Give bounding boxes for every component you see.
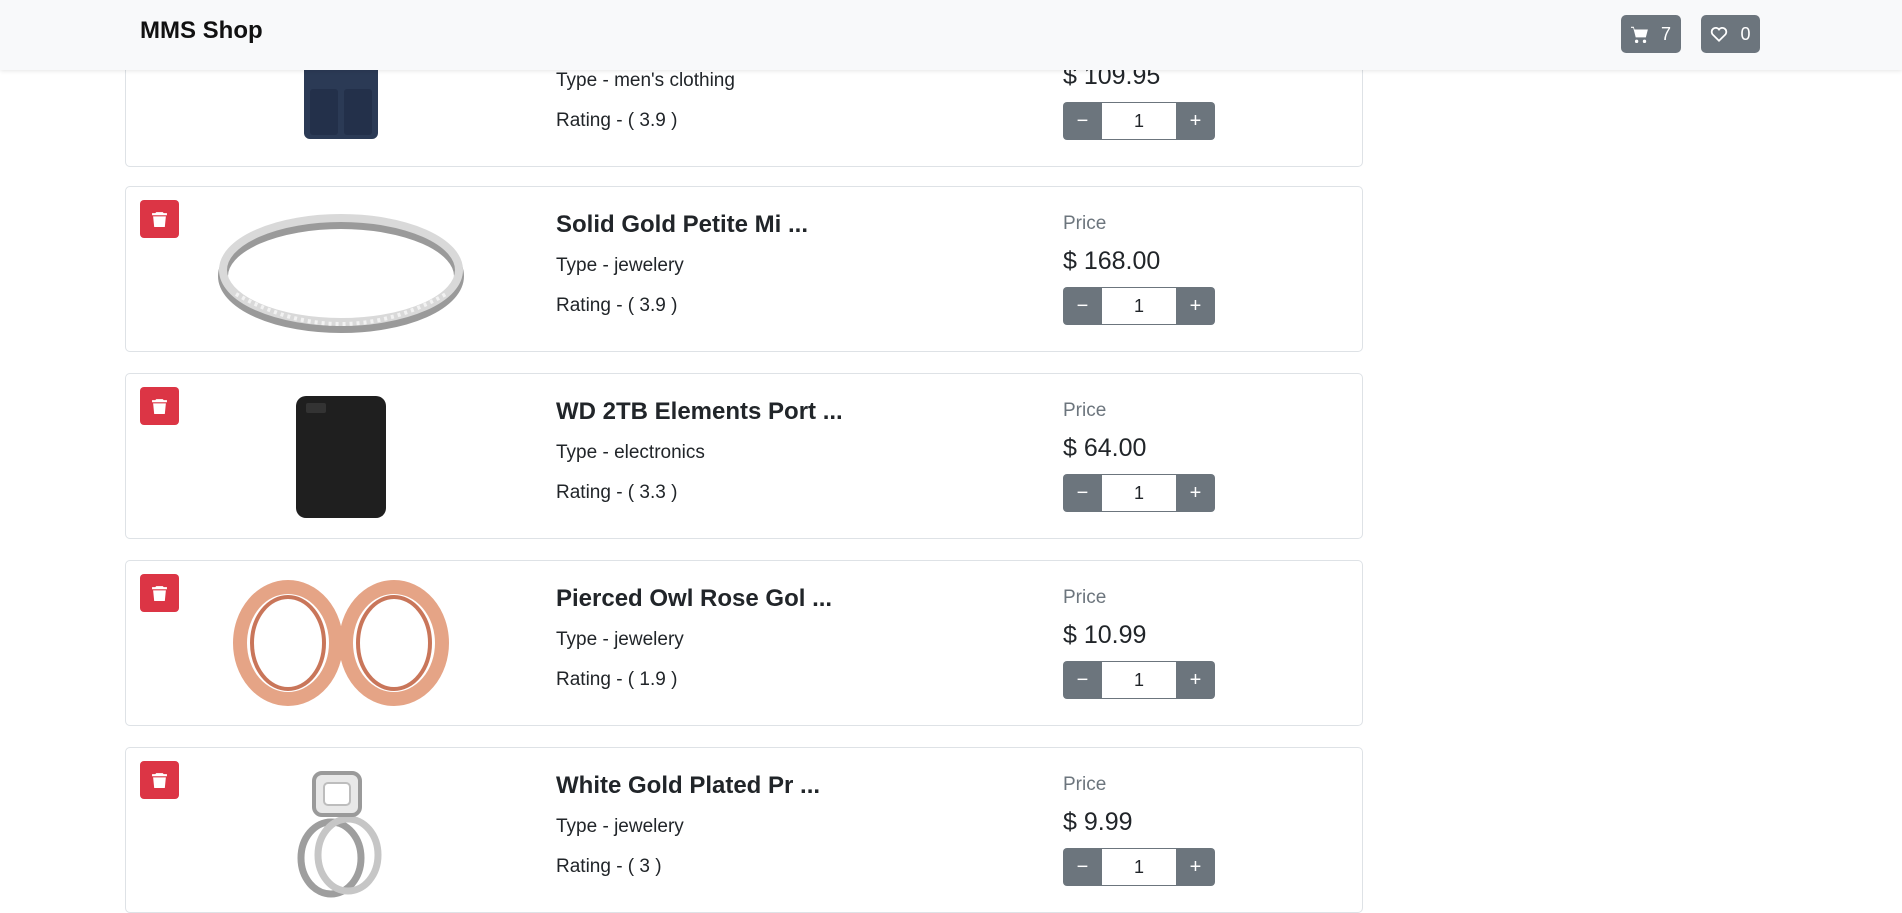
- product-rating: Rating - ( 3.9 ): [556, 110, 678, 131]
- cart-item-card: Solid Gold Petite Mi ... Type - jewelery…: [125, 186, 1363, 352]
- product-title[interactable]: White Gold Plated Pr ...: [556, 772, 820, 800]
- brand-logo[interactable]: MMS Shop: [140, 17, 263, 45]
- product-type: Type - jewelery: [556, 255, 684, 276]
- price-label: Price: [1063, 587, 1107, 608]
- product-rating: Rating - ( 1.9 ): [556, 669, 678, 690]
- wishlist-count: 0: [1740, 23, 1751, 44]
- cart-item-card: White Gold Plated Pr ... Type - jewelery…: [125, 747, 1363, 913]
- quantity-stepper: − 1 +: [1063, 287, 1215, 325]
- quantity-stepper: − 1 +: [1063, 661, 1215, 699]
- product-image: [216, 195, 466, 343]
- delete-item-button[interactable]: [140, 200, 179, 238]
- trash-icon: [152, 398, 167, 414]
- trash-icon: [152, 772, 167, 788]
- heart-icon: [1711, 27, 1728, 43]
- top-navbar: MMS Shop 7 0: [0, 0, 1902, 70]
- decrease-qty-button[interactable]: −: [1063, 661, 1102, 699]
- increase-qty-button[interactable]: +: [1176, 848, 1215, 886]
- decrease-qty-button[interactable]: −: [1063, 102, 1102, 140]
- product-type: Type - men's clothing: [556, 70, 735, 91]
- product-rating: Rating - ( 3 ): [556, 856, 662, 877]
- product-image: [216, 569, 466, 717]
- product-image: [216, 382, 466, 530]
- quantity-value[interactable]: 1: [1102, 287, 1176, 325]
- product-price: $ 168.00: [1063, 247, 1161, 275]
- cart-button[interactable]: 7: [1621, 15, 1681, 53]
- increase-qty-button[interactable]: +: [1176, 287, 1215, 325]
- trash-icon: [152, 211, 167, 227]
- product-title[interactable]: Solid Gold Petite Mi ...: [556, 211, 808, 239]
- product-type: Type - jewelery: [556, 816, 684, 837]
- delete-item-button[interactable]: [140, 761, 179, 799]
- wishlist-button[interactable]: 0: [1701, 15, 1760, 53]
- price-label: Price: [1063, 774, 1107, 795]
- quantity-value[interactable]: 1: [1102, 661, 1176, 699]
- increase-qty-button[interactable]: +: [1176, 474, 1215, 512]
- quantity-stepper: − 1 +: [1063, 102, 1215, 140]
- quantity-value[interactable]: 1: [1102, 474, 1176, 512]
- cart-icon: [1630, 26, 1648, 43]
- product-rating: Rating - ( 3.9 ): [556, 295, 678, 316]
- delete-item-button[interactable]: [140, 387, 179, 425]
- product-title[interactable]: WD 2TB Elements Port ...: [556, 398, 843, 426]
- trash-icon: [152, 585, 167, 601]
- product-image: [216, 756, 466, 904]
- product-type: Type - jewelery: [556, 629, 684, 650]
- product-title[interactable]: Pierced Owl Rose Gol ...: [556, 585, 832, 613]
- cart-item-card: Pierced Owl Rose Gol ... Type - jewelery…: [125, 560, 1363, 726]
- quantity-value[interactable]: 1: [1102, 848, 1176, 886]
- product-rating: Rating - ( 3.3 ): [556, 482, 678, 503]
- increase-qty-button[interactable]: +: [1176, 661, 1215, 699]
- price-label: Price: [1063, 213, 1107, 234]
- cart-item-card: WD 2TB Elements Port ... Type - electron…: [125, 373, 1363, 539]
- decrease-qty-button[interactable]: −: [1063, 287, 1102, 325]
- price-label: Price: [1063, 400, 1107, 421]
- product-type: Type - electronics: [556, 442, 705, 463]
- product-price: $ 64.00: [1063, 434, 1147, 462]
- decrease-qty-button[interactable]: −: [1063, 848, 1102, 886]
- decrease-qty-button[interactable]: −: [1063, 474, 1102, 512]
- delete-item-button[interactable]: [140, 574, 179, 612]
- product-price: $ 10.99: [1063, 621, 1147, 649]
- increase-qty-button[interactable]: +: [1176, 102, 1215, 140]
- cart-count: 7: [1660, 23, 1671, 44]
- quantity-value[interactable]: 1: [1102, 102, 1176, 140]
- quantity-stepper: − 1 +: [1063, 474, 1215, 512]
- quantity-stepper: − 1 +: [1063, 848, 1215, 886]
- product-price: $ 9.99: [1063, 808, 1133, 836]
